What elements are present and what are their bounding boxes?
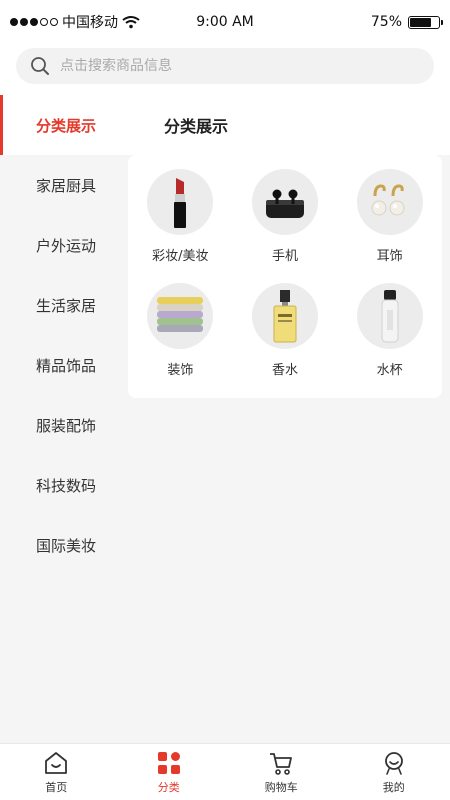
tab-label: 分类 xyxy=(157,780,180,794)
sidebar-item-label: 生活家居 xyxy=(36,296,97,315)
sidebar-item-tech-digital[interactable]: 科技数码 xyxy=(0,455,120,515)
search-bar[interactable] xyxy=(16,48,434,84)
content-title: 分类展示 xyxy=(120,95,450,155)
sidebar-item-label: 精品饰品 xyxy=(36,356,97,375)
lipstick-icon xyxy=(147,169,214,235)
search-input[interactable] xyxy=(60,58,400,74)
tab-category[interactable]: 分类 xyxy=(113,750,225,795)
category-item-phone[interactable]: 手机 xyxy=(233,169,338,279)
category-label: 彩妆/美妆 xyxy=(152,249,209,264)
search-icon xyxy=(31,57,49,75)
sidebar-item-living-home[interactable]: 生活家居 xyxy=(0,275,120,335)
category-sidebar: 分类展示 家居厨具 户外运动 生活家居 精品饰品 服装配饰 科技数码 国际美妆 xyxy=(0,95,120,743)
sidebar-item-home-kitchen[interactable]: 家居厨具 xyxy=(0,155,120,215)
battery-icon xyxy=(408,15,443,29)
wifi-icon xyxy=(122,16,140,29)
category-label: 香水 xyxy=(271,363,298,378)
sidebar-item-outdoor-sports[interactable]: 户外运动 xyxy=(0,215,120,275)
category-label: 装饰 xyxy=(167,363,194,378)
home-icon xyxy=(45,751,68,774)
sidebar-item-jewelry[interactable]: 精品饰品 xyxy=(0,335,120,395)
status-left: 中国移动 xyxy=(10,12,140,32)
sidebar-item-apparel[interactable]: 服装配饰 xyxy=(0,395,120,455)
perfume-bottle-icon xyxy=(251,283,318,349)
category-item-makeup[interactable]: 彩妆/美妆 xyxy=(128,169,233,279)
category-item-earrings[interactable]: 耳饰 xyxy=(337,169,442,279)
water-bottle-icon xyxy=(356,283,423,349)
status-right: 75% xyxy=(370,14,443,30)
sidebar-item-intl-beauty[interactable]: 国际美妆 xyxy=(0,515,120,575)
sidebar-item-label: 国际美妆 xyxy=(36,536,97,555)
pearl-earrings-icon xyxy=(356,169,423,235)
signal-strength-icon xyxy=(10,18,58,26)
carrier-name: 中国移动 xyxy=(62,15,118,31)
category-label: 手机 xyxy=(271,249,298,264)
category-item-decor[interactable]: 装饰 xyxy=(128,283,233,393)
category-label: 水杯 xyxy=(376,363,403,378)
bottom-tab-bar: 首页 分类 购物车 我的 xyxy=(0,743,450,800)
folded-towels-icon xyxy=(147,283,214,349)
tab-home[interactable]: 首页 xyxy=(0,750,112,795)
status-bar: 中国移动 9:00 AM 75% xyxy=(0,0,450,44)
category-grid-icon xyxy=(157,751,180,774)
sidebar-item-showcase[interactable]: 分类展示 xyxy=(0,95,120,155)
tab-label: 首页 xyxy=(45,780,68,794)
tab-label: 购物车 xyxy=(264,780,298,794)
tab-profile[interactable]: 我的 xyxy=(338,750,450,795)
category-item-cups[interactable]: 水杯 xyxy=(337,283,442,393)
profile-icon xyxy=(384,751,403,775)
category-grid: 彩妆/美妆 手机 耳饰 装饰 香水 水杯 xyxy=(128,155,442,398)
tab-cart[interactable]: 购物车 xyxy=(225,750,337,795)
category-page: 分类展示 家居厨具 户外运动 生活家居 精品饰品 服装配饰 科技数码 国际美妆 … xyxy=(0,95,450,743)
cart-icon xyxy=(270,752,293,775)
battery-percent: 75% xyxy=(370,14,402,30)
sidebar-item-label: 服装配饰 xyxy=(36,416,97,435)
earbuds-icon xyxy=(251,169,318,235)
sidebar-item-label: 科技数码 xyxy=(36,476,97,495)
sidebar-item-label: 户外运动 xyxy=(36,236,97,255)
category-label: 耳饰 xyxy=(376,249,403,264)
category-item-perfume[interactable]: 香水 xyxy=(233,283,338,393)
sidebar-item-label: 分类展示 xyxy=(36,116,97,135)
category-content: 分类展示 彩妆/美妆 手机 耳饰 装饰 香水 水杯 xyxy=(120,95,450,743)
tab-label: 我的 xyxy=(382,780,405,794)
sidebar-item-label: 家居厨具 xyxy=(36,176,97,195)
